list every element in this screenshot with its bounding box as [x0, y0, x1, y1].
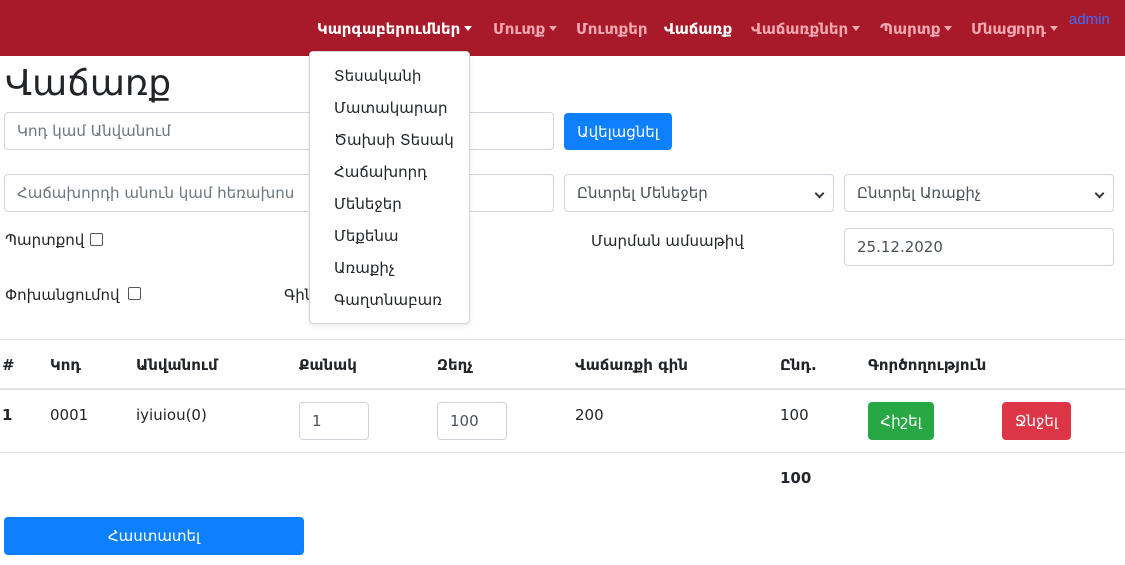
menu-item-customer[interactable]: Հաճախորդ: [334, 161, 427, 183]
nav-income-label: Մուտք: [493, 20, 546, 38]
courier-select-value: Ընտրել Առաքիչ: [857, 184, 981, 202]
row-delete-button[interactable]: Ջնջել: [1002, 402, 1071, 440]
settings-dropdown-menu: Տեսականի Մատակարար Ծախսի Տեսակ Հաճախորդ …: [309, 51, 470, 324]
manager-select-value: Ընտրել Մենեջեր: [577, 184, 708, 202]
manager-select[interactable]: Ընտրել Մենեջեր: [564, 174, 834, 212]
chevron-down-icon: [814, 188, 825, 199]
table-header-name: Անվանում: [136, 356, 218, 374]
table-header-sale-price: Վաճառքի գին: [575, 356, 688, 374]
nav-debt-dropdown[interactable]: Պարտք: [880, 19, 953, 39]
row-index: 1: [2, 406, 13, 424]
caret-down-icon: [464, 26, 473, 31]
row-total: 100: [780, 406, 809, 424]
nav-sales-dropdown[interactable]: Վաճառքներ: [751, 19, 861, 39]
table-header-border: [0, 388, 1125, 390]
transfer-checkbox[interactable]: [128, 287, 141, 300]
caret-down-icon: [852, 26, 861, 31]
add-product-button[interactable]: Ավելացնել: [564, 113, 672, 150]
table-header-index: #: [2, 356, 15, 374]
top-navbar: Կարգաբերումներ Մուտք Մուտքեր Վաճառք Վաճա…: [0, 0, 1125, 56]
menu-item-products[interactable]: Տեսականի: [334, 65, 421, 87]
table-row-border: [0, 452, 1125, 453]
row-code: 0001: [50, 406, 89, 424]
customer-search-input[interactable]: [4, 174, 554, 212]
row-discount-input[interactable]: 100: [437, 402, 507, 440]
row-save-button[interactable]: Հիշել: [868, 402, 934, 440]
user-menu-link[interactable]: admin: [1069, 11, 1110, 28]
row-discount-value: 100: [450, 412, 479, 430]
confirm-button[interactable]: Հաստատել: [4, 517, 304, 555]
grand-total: 100: [780, 469, 812, 487]
menu-item-manager[interactable]: Մենեջեր: [334, 193, 402, 215]
page-title: Վաճառք: [5, 63, 172, 104]
debt-checkbox[interactable]: [90, 233, 103, 246]
product-search-input[interactable]: [4, 112, 554, 150]
caret-down-icon: [1049, 26, 1058, 31]
nav-sales-label: Վաճառքներ: [751, 20, 849, 38]
nav-income-dropdown[interactable]: Մուտք: [493, 19, 558, 39]
row-quantity-value: 1: [312, 412, 322, 430]
caret-down-icon: [549, 26, 558, 31]
menu-item-expense-type[interactable]: Ծախսի Տեսակ: [334, 129, 454, 151]
courier-select[interactable]: Ընտրել Առաքիչ: [844, 174, 1114, 212]
menu-item-courier[interactable]: Առաքիչ: [334, 257, 395, 279]
chevron-down-icon: [1094, 188, 1105, 199]
nav-settings-label: Կարգաբերումներ: [317, 20, 461, 38]
table-header-discount: Զեղչ: [437, 356, 473, 374]
menu-item-vehicle[interactable]: Մեքենա: [334, 225, 399, 247]
debt-checkbox-label: Պարտքով: [5, 231, 85, 249]
table-header-code: Կոդ: [50, 356, 81, 374]
table-header-total: Ընդ.: [780, 356, 817, 374]
nav-debt-label: Պարտք: [880, 20, 941, 38]
table-header-quantity: Քանակ: [299, 356, 357, 374]
payment-date-label: Մարման ամսաթիվ: [591, 232, 744, 250]
table-header-actions: Գործողություն: [868, 356, 987, 374]
payment-date-value: 25.12.2020: [857, 238, 943, 256]
row-quantity-input[interactable]: 1: [299, 402, 369, 440]
caret-down-icon: [944, 26, 953, 31]
payment-date-input[interactable]: 25.12.2020: [844, 228, 1114, 266]
nav-incomes-link[interactable]: Մուտքեր: [576, 19, 648, 39]
nav-balance-label: Մնացորդ: [971, 20, 1046, 38]
nav-sale-link[interactable]: Վաճառք: [664, 19, 732, 39]
transfer-checkbox-label: Փոխանցումով: [5, 286, 120, 304]
row-name: iyiuiou(0): [136, 406, 207, 424]
nav-settings-dropdown[interactable]: Կարգաբերումներ: [317, 19, 473, 39]
row-sale-price: 200: [575, 406, 604, 424]
menu-item-supplier[interactable]: Մատակարար: [334, 97, 447, 119]
menu-item-password[interactable]: Գաղտնաբառ: [334, 289, 442, 311]
table-top-border: [0, 339, 1125, 340]
nav-balance-dropdown[interactable]: Մնացորդ: [971, 19, 1058, 39]
